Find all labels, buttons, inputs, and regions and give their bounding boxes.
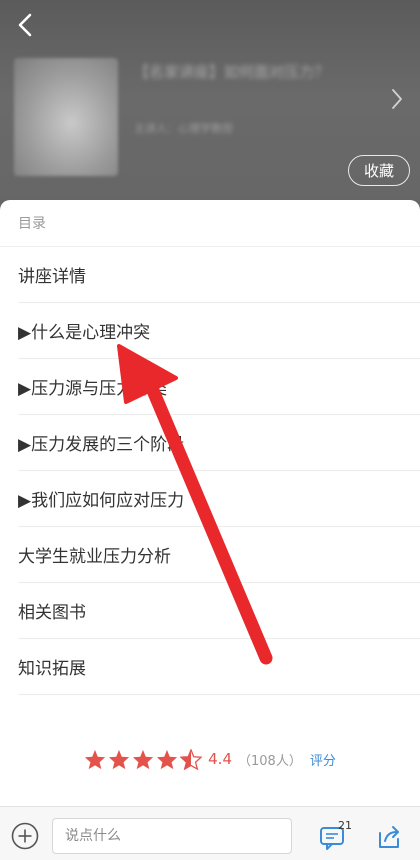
toc-heading: 目录 — [0, 200, 420, 247]
rating-value: 4.4 — [208, 750, 232, 768]
toc-item-related-books[interactable]: 相关图书 — [18, 583, 420, 639]
star-icon — [85, 749, 106, 769]
toc-item-psych-conflict[interactable]: ▶什么是心理冲突 — [18, 303, 420, 359]
toc-item-employment-stress[interactable]: 大学生就业压力分析 — [18, 527, 420, 583]
back-arrow-icon — [18, 13, 32, 37]
share-button[interactable] — [372, 821, 406, 853]
toc-item-stress-sources[interactable]: ▶压力源与压力种类 — [18, 359, 420, 415]
plus-circle-icon — [11, 822, 39, 850]
half-star-icon — [180, 748, 203, 770]
course-title: 【名家讲座】如何面对压力？ — [134, 63, 330, 81]
chevron-right-icon — [392, 89, 402, 109]
toc-item-coping-stress[interactable]: ▶我们应如何应对压力 — [18, 471, 420, 527]
course-subtitle: 主讲人：心理学教授 — [134, 122, 233, 135]
toc-item-lecture-details[interactable]: 讲座详情 — [18, 247, 420, 303]
comment-count: 21 — [338, 819, 352, 832]
course-header: 【名家讲座】如何面对压力？ 主讲人：心理学教授 收藏 — [0, 0, 420, 215]
rating-row: 4.4 （108人） 评分 — [0, 742, 420, 776]
course-thumbnail — [14, 58, 118, 176]
toc-item-stress-stages[interactable]: ▶压力发展的三个阶段 — [18, 415, 420, 471]
star-icon — [109, 749, 130, 769]
rate-link[interactable]: 评分 — [310, 750, 336, 769]
back-button[interactable] — [10, 8, 40, 42]
rating-count: （108人） — [238, 753, 302, 769]
course-detail-button[interactable] — [386, 86, 408, 112]
star-icon — [157, 749, 178, 769]
favorite-button[interactable]: 收藏 — [348, 155, 410, 186]
star-rating — [84, 748, 203, 770]
share-icon — [379, 826, 399, 848]
bottom-bar: 21 — [0, 806, 420, 860]
add-button[interactable] — [10, 821, 40, 851]
toc-item-knowledge-ext[interactable]: 知识拓展 — [18, 639, 420, 695]
star-icon — [133, 749, 154, 769]
comment-input[interactable] — [52, 818, 292, 854]
